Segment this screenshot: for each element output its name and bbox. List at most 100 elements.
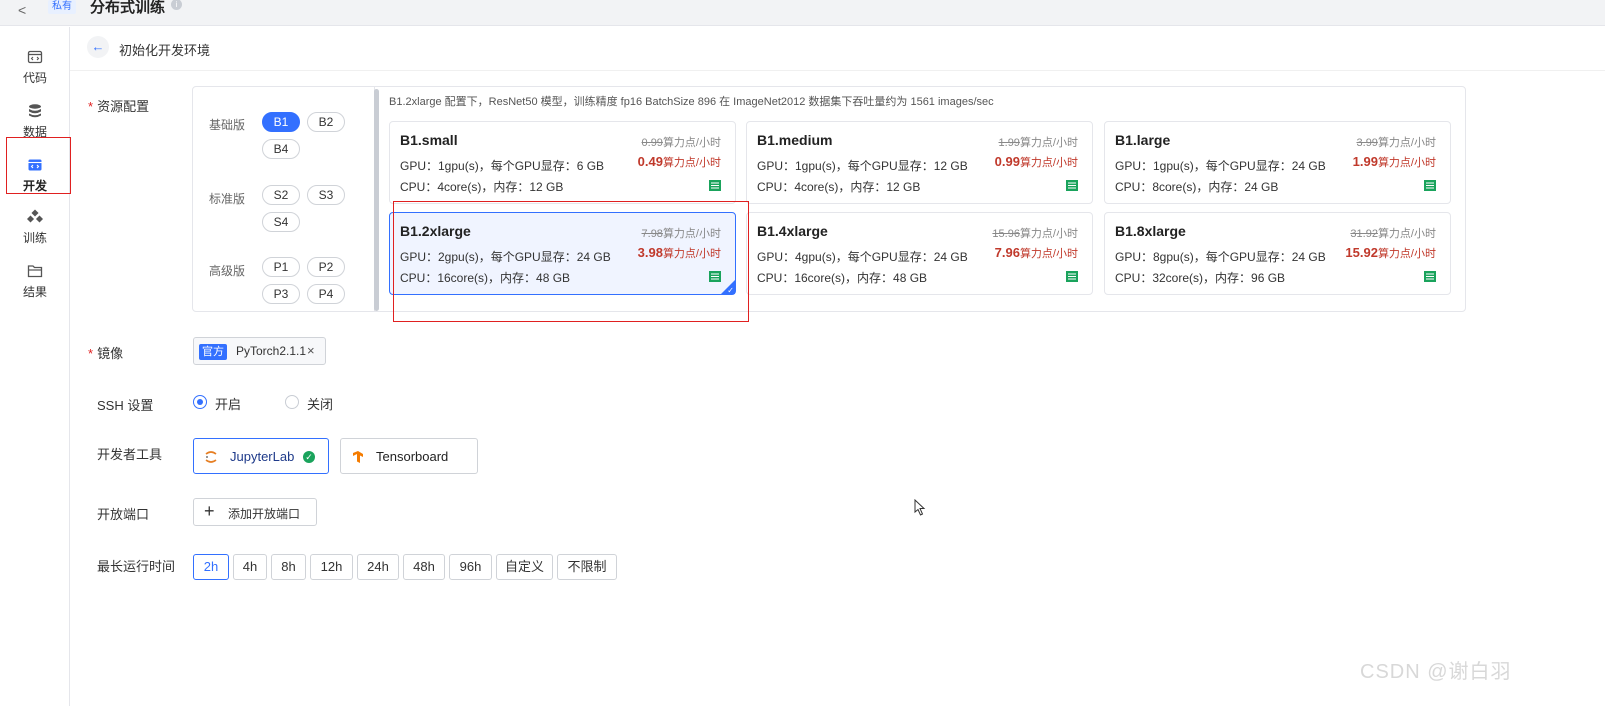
sidebar-item-label: 训练 (22, 231, 47, 245)
tensorboard-button[interactable]: Tensorboard (340, 438, 478, 474)
resource-panel: 基础版 B1 B2 B4 标准版 S2 S3 S4 高级版 P1 P2 P3 P… (192, 86, 1466, 312)
image-label-text: 镜像 (97, 346, 124, 361)
private-tag: 私有 (48, 0, 76, 14)
duration-option-24h[interactable]: 24h (357, 554, 399, 580)
info-icon[interactable]: i (171, 0, 182, 10)
discount-price: 1.99算力点/小时 (1352, 154, 1436, 169)
watermark: CSDN @谢白羽 (1360, 661, 1512, 683)
discount-price: 7.96算力点/小时 (994, 245, 1078, 260)
sidebar: 代码 数据 开发 训练 结果 (0, 27, 70, 706)
sidebar-item-label: 代码 (22, 71, 47, 85)
plus-icon: + (204, 501, 215, 521)
instance-card-b1-medium[interactable]: B1.medium 1.99算力点/小时 GPU：1gpu(s)，每个GPU显存… (746, 121, 1093, 204)
discount-price: 15.92算力点/小时 (1345, 245, 1436, 260)
resource-label-text: 资源配置 (97, 99, 150, 114)
tier-option-p2[interactable]: P2 (307, 257, 345, 277)
code-icon (27, 50, 43, 64)
instance-card-b1-small[interactable]: B1.small 0.99算力点/小时 GPU：1gpu(s)，每个GPU显存：… (389, 121, 736, 204)
tier-scrollbar[interactable] (374, 89, 379, 311)
ssh-off-radio[interactable] (285, 395, 299, 409)
jupyterlab-label: JupyterLab (230, 449, 295, 464)
discount-price: 0.49算力点/小时 (637, 154, 721, 169)
stock-icon (709, 180, 721, 191)
gpu-spec: GPU：1gpu(s)，每个GPU显存：6 GB (400, 159, 605, 173)
sidebar-item-label: 结果 (22, 285, 47, 299)
instance-name: B1.small (400, 132, 458, 148)
sidebar-item-results[interactable]: 结果 (0, 263, 70, 315)
ssh-label: SSH 设置 (97, 398, 154, 413)
official-badge: 官方 (199, 344, 227, 360)
top-bar: < 私有 分布式训练 i (0, 0, 1605, 26)
duration-option-2h[interactable]: 2h (193, 554, 229, 580)
instance-name: B1.large (1115, 132, 1171, 148)
image-selector[interactable]: 官方 PyTorch2.1.1 × (193, 337, 326, 365)
gpu-spec: GPU：1gpu(s)，每个GPU显存：12 GB (757, 159, 968, 173)
instance-card-b1-8xlarge[interactable]: B1.8xlarge 31.92算力点/小时 GPU：8gpu(s)，每个GPU… (1104, 212, 1451, 295)
check-circle-icon: ✓ (303, 451, 315, 463)
required-mark: * (88, 346, 94, 361)
tools-label: 开发者工具 (97, 447, 163, 462)
required-mark: * (88, 99, 94, 114)
cpu-spec: CPU：4core(s)，内存：12 GB (757, 180, 921, 194)
tier-option-s2[interactable]: S2 (262, 185, 300, 205)
cpu-spec: CPU：8core(s)，内存：24 GB (1115, 180, 1279, 194)
sidebar-item-code[interactable]: 代码 (0, 49, 70, 101)
database-icon (29, 104, 41, 118)
header-divider (70, 70, 1605, 71)
tier-option-b4[interactable]: B4 (262, 139, 300, 159)
tier-option-p4[interactable]: P4 (307, 284, 345, 304)
ssh-off-label[interactable]: 关闭 (307, 394, 333, 413)
tier-option-s4[interactable]: S4 (262, 212, 300, 232)
gpu-spec: GPU：1gpu(s)，每个GPU显存：24 GB (1115, 159, 1326, 173)
duration-option-12h[interactable]: 12h (310, 554, 353, 580)
stock-icon (1066, 271, 1078, 282)
resource-label: * 资源配置 (88, 96, 149, 115)
duration-option-unlimited[interactable]: 不限制 (557, 554, 617, 580)
tier-option-b2[interactable]: B2 (307, 112, 345, 132)
tier-option-s3[interactable]: S3 (307, 185, 345, 205)
ssh-on-label[interactable]: 开启 (215, 394, 241, 413)
duration-option-custom[interactable]: 自定义 (496, 554, 553, 580)
instance-name: B1.8xlarge (1115, 223, 1186, 239)
original-price: 1.99算力点/小时 (998, 137, 1078, 149)
cpu-spec: CPU：16core(s)，内存：48 GB (757, 271, 928, 285)
tensorboard-icon (353, 451, 363, 463)
tensorboard-label: Tensorboard (376, 449, 449, 464)
gpu-spec: GPU：4gpu(s)，每个GPU显存：24 GB (757, 250, 968, 264)
close-icon[interactable]: × (307, 343, 315, 358)
instance-card-b1-large[interactable]: B1.large 3.99算力点/小时 GPU：1gpu(s)，每个GPU显存：… (1104, 121, 1451, 204)
duration-option-96h[interactable]: 96h (449, 554, 492, 580)
cpu-spec: CPU：4core(s)，内存：12 GB (400, 180, 564, 194)
instance-card-b1-4xlarge[interactable]: B1.4xlarge 15.96算力点/小时 GPU：4gpu(s)，每个GPU… (746, 212, 1093, 295)
tier-option-b1[interactable]: B1 (262, 112, 300, 132)
ssh-on-radio[interactable] (193, 395, 207, 409)
tier-label-advanced: 高级版 (209, 264, 246, 278)
folder-icon (27, 265, 43, 278)
duration-label: 最长运行时间 (97, 559, 176, 574)
back-arrow-icon[interactable]: < (18, 2, 26, 18)
duration-option-8h[interactable]: 8h (271, 554, 306, 580)
add-port-button[interactable]: + 添加开放端口 (193, 498, 317, 526)
stock-icon (1424, 271, 1436, 282)
tier-column: 基础版 B1 B2 B4 标准版 S2 S3 S4 高级版 P1 P2 P3 P… (193, 87, 375, 311)
stock-icon (1424, 180, 1436, 191)
original-price: 31.92算力点/小时 (1350, 228, 1436, 240)
duration-option-4h[interactable]: 4h (233, 554, 267, 580)
tier-option-p3[interactable]: P3 (262, 284, 300, 304)
tier-option-p1[interactable]: P1 (262, 257, 300, 277)
stock-icon (1066, 180, 1078, 191)
annotation-box-instance (393, 201, 749, 322)
original-price: 3.99算力点/小时 (1356, 137, 1436, 149)
duration-option-48h[interactable]: 48h (403, 554, 445, 580)
image-name: PyTorch2.1.1 (236, 344, 307, 358)
jupyterlab-button[interactable]: JupyterLab ✓ (193, 438, 329, 474)
annotation-box-develop (6, 137, 71, 194)
port-label: 开放端口 (97, 507, 150, 522)
sidebar-item-training[interactable]: 训练 (0, 209, 70, 261)
gpu-spec: GPU：8gpu(s)，每个GPU显存：24 GB (1115, 250, 1326, 264)
tier-label-basic: 基础版 (209, 118, 246, 132)
section-title: 初始化开发环境 (119, 43, 211, 58)
back-button[interactable]: ← (87, 36, 109, 58)
page-title: 分布式训练 (90, 0, 166, 16)
instance-name: B1.4xlarge (757, 223, 828, 239)
